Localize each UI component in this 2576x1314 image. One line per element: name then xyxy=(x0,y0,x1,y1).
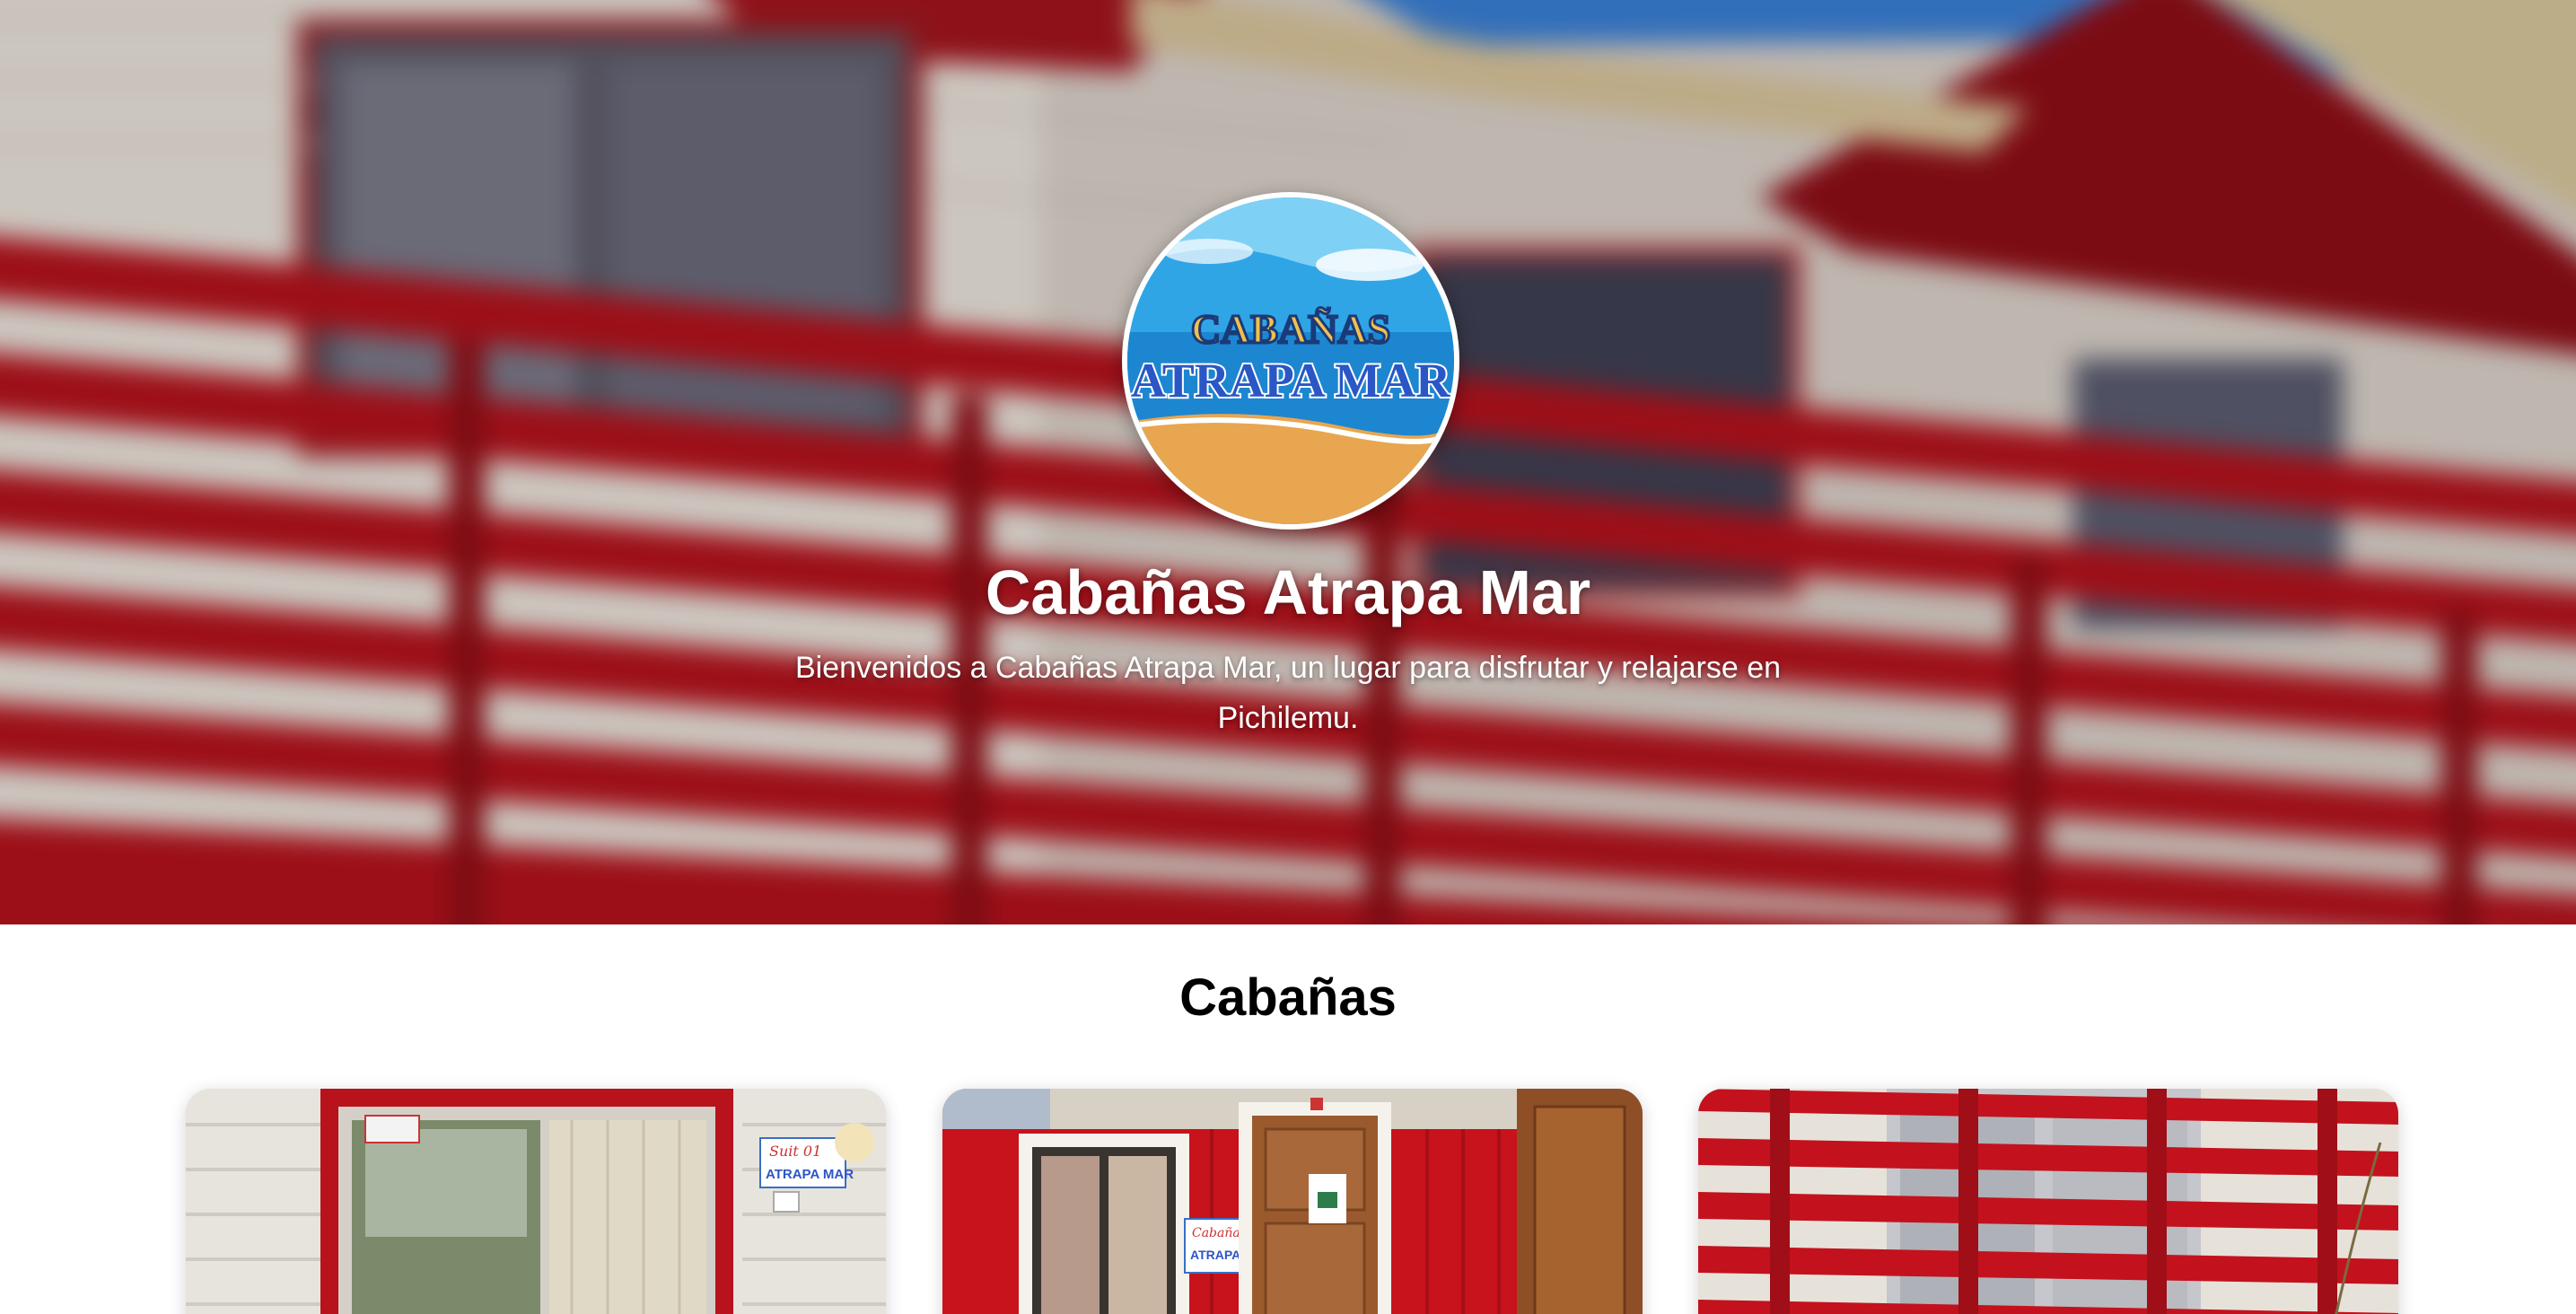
brand-logo: CABAÑAS ATRAPA MAR xyxy=(1122,192,1459,530)
cabin-card-2[interactable]: Cabaña 02 ATRAPA MAR xyxy=(942,1089,1643,1314)
logo-text-atrapa-mar: ATRAPA MAR xyxy=(1131,354,1451,407)
logo-text-cabanas: CABAÑAS xyxy=(1191,306,1390,352)
cabin-1-sign-number: Suit 01 xyxy=(769,1143,821,1160)
cabin-photo-1: Suit 01 ATRAPA MAR xyxy=(186,1089,886,1314)
cabin-1-sign-name: ATRAPA MAR xyxy=(766,1167,854,1182)
cabin-photo-3 xyxy=(1698,1089,2398,1314)
cabins-section-title: Cabañas xyxy=(1179,968,1397,1027)
cabin-photo-2: Cabaña 02 ATRAPA MAR xyxy=(942,1089,1643,1314)
cabin-card-1[interactable]: Suit 01 ATRAPA MAR xyxy=(186,1089,886,1314)
page-title: Cabañas Atrapa Mar xyxy=(985,557,1591,627)
cabin-card-3[interactable] xyxy=(1698,1089,2398,1314)
hero-subtitle: Bienvenidos a Cabañas Atrapa Mar, un lug… xyxy=(794,651,1782,735)
hero-banner: CABAÑAS ATRAPA MAR Cabañas Atrapa Mar Bi… xyxy=(0,0,2576,924)
